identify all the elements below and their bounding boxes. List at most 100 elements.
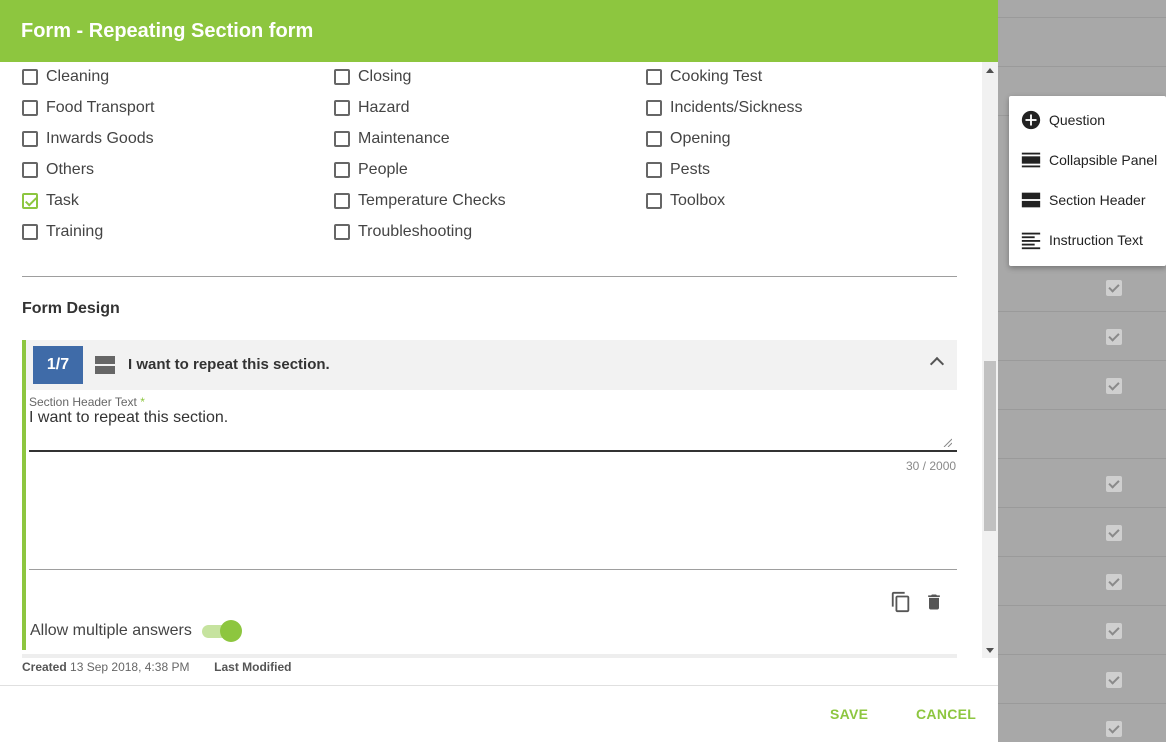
checkbox[interactable]: [646, 100, 662, 116]
category-label: Task: [46, 192, 79, 209]
checkbox[interactable]: [22, 131, 38, 147]
category-checkbox[interactable]: Task: [22, 192, 79, 210]
category-checkbox[interactable]: Food Transport: [22, 99, 155, 117]
row-checkbox: [1106, 280, 1122, 296]
row-checkbox: [1106, 721, 1122, 737]
category-label: Pests: [670, 161, 711, 178]
category-label: People: [358, 161, 408, 178]
checkbox[interactable]: [22, 224, 38, 240]
menu-item-section-header[interactable]: Section Header: [1009, 180, 1166, 220]
checkbox[interactable]: [334, 131, 350, 147]
menu-item-question[interactable]: Question: [1009, 100, 1166, 140]
checkbox[interactable]: [334, 162, 350, 178]
category-checkbox[interactable]: Troubleshooting: [334, 223, 472, 241]
category-checkbox[interactable]: People: [334, 161, 408, 179]
section-header-text-label: Section Header Text *: [29, 395, 145, 409]
category-checkbox[interactable]: Cooking Test: [646, 68, 762, 86]
scrollbar[interactable]: [982, 62, 998, 658]
checkbox[interactable]: [22, 162, 38, 178]
checkbox[interactable]: [646, 193, 662, 209]
checkbox[interactable]: [646, 131, 662, 147]
chevron-up-icon[interactable]: [929, 356, 945, 372]
category-checkbox[interactable]: Training: [22, 223, 103, 241]
category-checkbox[interactable]: Others: [22, 161, 94, 179]
form-metadata: Created 13 Sep 2018, 4:38 PM Last Modifi…: [22, 660, 291, 674]
category-label: Incidents/Sickness: [670, 99, 803, 116]
dialog-title: Form - Repeating Section form: [21, 19, 314, 42]
category-label: Others: [46, 161, 95, 178]
background-row: [998, 410, 1166, 459]
scroll-up-arrow-icon[interactable]: [986, 68, 994, 73]
category-checkbox[interactable]: Maintenance: [334, 130, 450, 148]
section-heading: I want to repeat this section.: [128, 356, 330, 373]
next-section-card: [22, 654, 957, 658]
category-label: Hazard: [358, 99, 410, 116]
category-label: Opening: [670, 130, 731, 147]
row-checkbox: [1106, 378, 1122, 394]
menu-item-label: Question: [1049, 112, 1106, 128]
menu-item-instruction-text[interactable]: Instruction Text: [1009, 220, 1166, 260]
category-label: Cooking Test: [670, 68, 763, 85]
dialog-content[interactable]: Cleaning Closing Cooking Test Food Transpor…: [0, 62, 998, 658]
category-label: Training: [46, 223, 104, 240]
category-checkbox[interactable]: Temperature Checks: [334, 192, 506, 210]
divider: [22, 276, 957, 277]
checkbox[interactable]: [646, 162, 662, 178]
row-checkbox: [1106, 574, 1122, 590]
category-checkbox[interactable]: Opening: [646, 130, 731, 148]
section-header-text-input[interactable]: [29, 408, 957, 452]
section-card: 1/7 I want to repeat this section. Secti…: [22, 340, 957, 650]
add-element-menu: Question Collapsible Panel Section Heade…: [1009, 96, 1166, 266]
category-label: Cleaning: [46, 68, 110, 85]
menu-item-collapsible-panel[interactable]: Collapsible Panel: [1009, 140, 1166, 180]
category-label: Temperature Checks: [358, 192, 506, 209]
category-checkbox[interactable]: Closing: [334, 68, 411, 86]
category-checkbox[interactable]: Hazard: [334, 99, 410, 117]
checkbox[interactable]: [334, 224, 350, 240]
text-align-icon: [1021, 232, 1041, 250]
category-label: Food Transport: [46, 99, 155, 116]
category-label: Closing: [358, 68, 412, 85]
background-row: [998, 459, 1166, 508]
dialog-header: Form - Repeating Section form: [0, 0, 998, 62]
checkbox[interactable]: [334, 100, 350, 116]
scrollbar-thumb[interactable]: [984, 361, 996, 531]
category-checkbox[interactable]: Pests: [646, 161, 710, 179]
row-checkbox: [1106, 623, 1122, 639]
category-label: Toolbox: [670, 192, 726, 209]
background-row: [998, 312, 1166, 361]
checkbox[interactable]: [334, 69, 350, 85]
resize-handle-icon[interactable]: [942, 437, 952, 447]
background-row: [998, 263, 1166, 312]
category-checkbox[interactable]: Toolbox: [646, 192, 725, 210]
trash-icon[interactable]: [924, 591, 944, 613]
allow-multiple-label: Allow multiple answers: [30, 622, 192, 639]
category-checkbox[interactable]: Inwards Goods: [22, 130, 154, 148]
category-label: Inwards Goods: [46, 130, 154, 147]
background-row: [998, 18, 1166, 67]
last-modified-label: Last Modified: [214, 660, 292, 674]
checkbox[interactable]: [646, 69, 662, 85]
background-row: [998, 704, 1166, 742]
background-row: [998, 606, 1166, 655]
category-checkbox[interactable]: Incidents/Sickness: [646, 99, 803, 117]
checkbox[interactable]: [22, 100, 38, 116]
checkbox[interactable]: [22, 69, 38, 85]
checkbox[interactable]: [22, 193, 38, 209]
allow-multiple-toggle[interactable]: [202, 620, 242, 642]
save-button[interactable]: SAVE: [830, 706, 868, 722]
background-row: [998, 557, 1166, 606]
plus-circle-icon: [1021, 110, 1041, 130]
background-row: [998, 655, 1166, 704]
scroll-down-arrow-icon[interactable]: [986, 648, 994, 653]
checkbox[interactable]: [334, 193, 350, 209]
section-header-icon: [95, 356, 115, 375]
cancel-button[interactable]: CANCEL: [916, 706, 976, 722]
character-counter: 30 / 2000: [906, 459, 957, 473]
category-checkbox[interactable]: Cleaning: [22, 68, 109, 86]
background-row: [998, 361, 1166, 410]
row-checkbox: [1106, 329, 1122, 345]
category-label: Troubleshooting: [358, 223, 473, 240]
section-card-header[interactable]: 1/7 I want to repeat this section.: [26, 340, 957, 390]
copy-icon[interactable]: [890, 591, 912, 613]
